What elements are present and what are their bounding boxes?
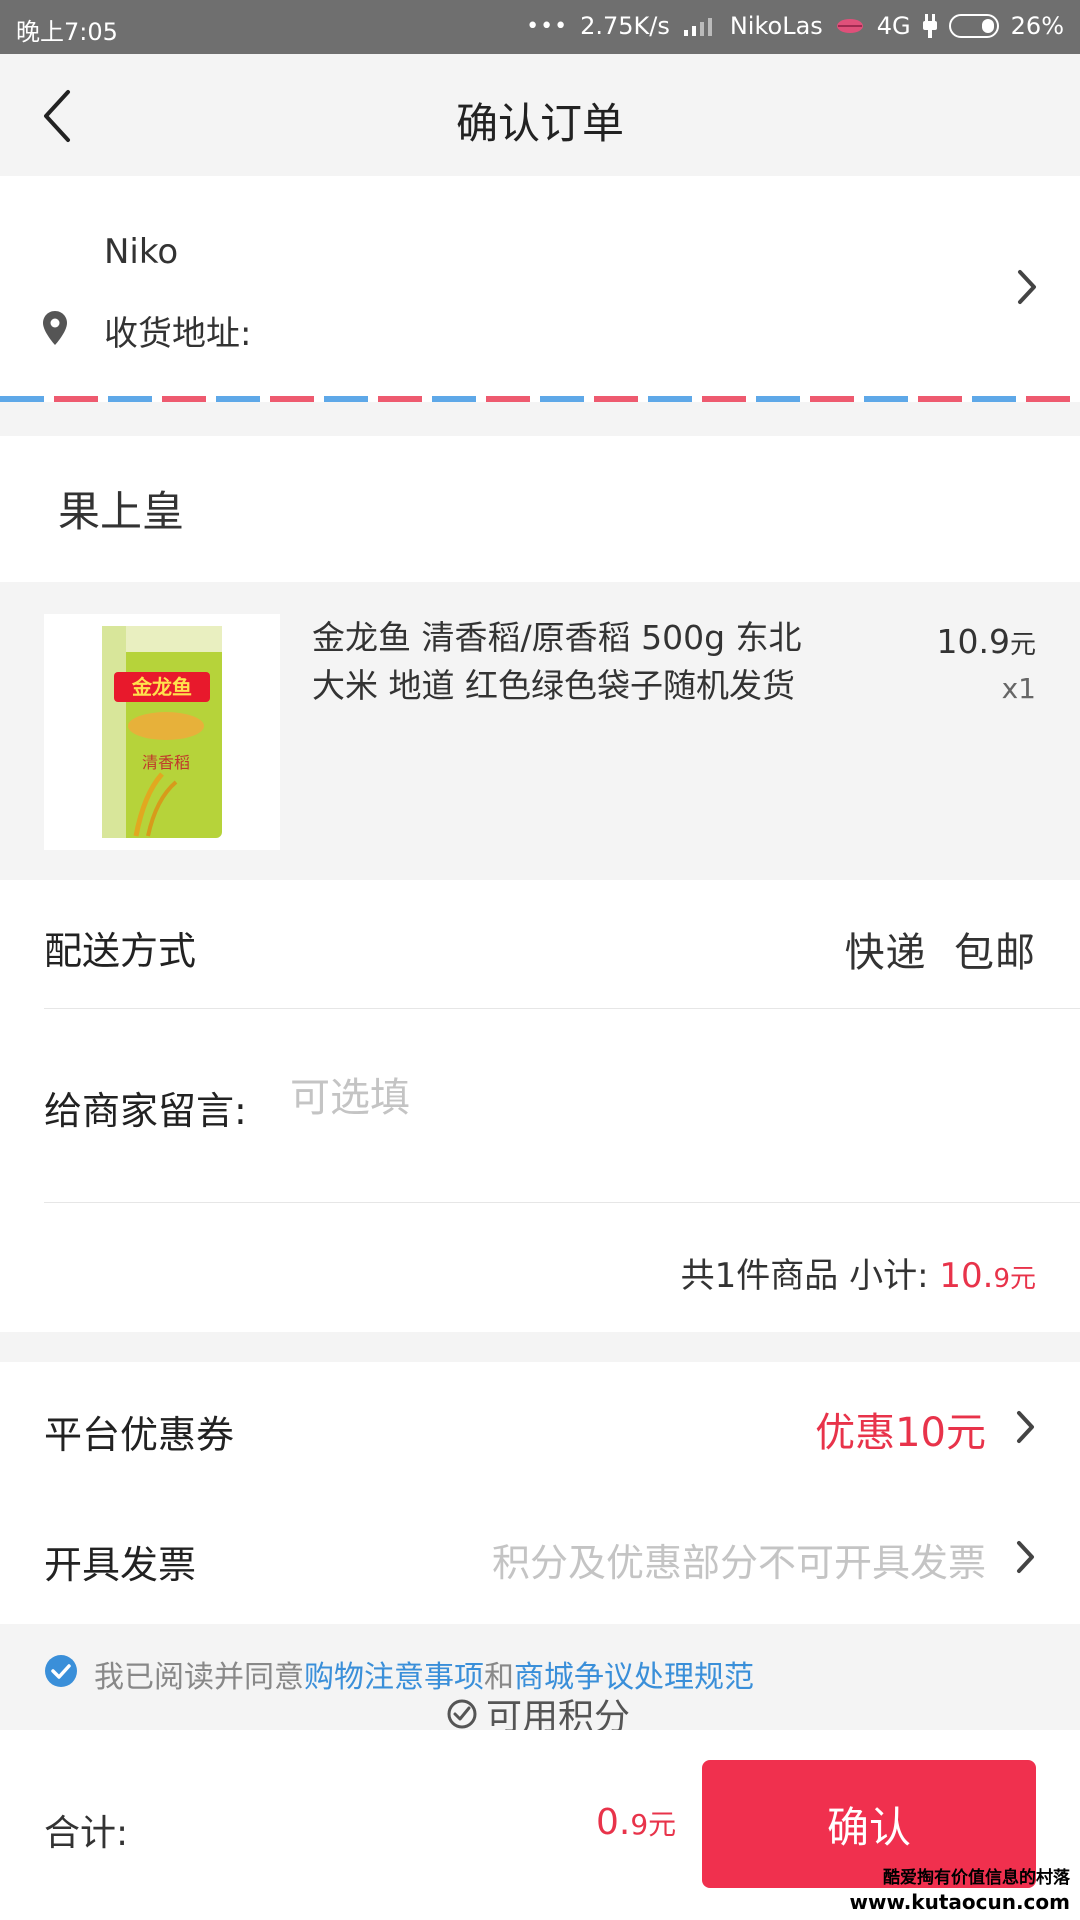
status-bar: 晚上7:05 ••• 2.75K/s NikoLas 4G 26% [0,0,1080,54]
watermark-line1: 酷爱掏有价值信息的村落 [883,1868,1070,1888]
rice-bag-sub-text: 清香稻 [142,753,190,772]
status-time: 晚上7:05 [16,18,118,46]
delivery-value: 快递 包邮 [844,930,1036,976]
page-title: 确认订单 [455,99,624,148]
status-right-group: ••• 2.75K/s NikoLas 4G 26% [526,12,1064,40]
product-item[interactable]: 金龙鱼 清香稻 金龙鱼 清香稻/原香稻 500g 东北大米 地道 红色绿色袋子随… [0,582,1080,880]
watermark: 酷爱掏有价值信息的村落 www.kutaocun.com [850,1866,1070,1914]
rice-bag-image: 金龙鱼 清香稻 [102,626,222,838]
delivery-label: 配送方式 [44,929,197,973]
agreement-section: 我已阅读并同意购物注意事项和商城争议处理规范 可用积分 [0,1624,1080,1738]
checkbox-checked-icon[interactable] [44,1654,78,1688]
battery-icon [948,14,999,38]
chevron-right-icon[interactable] [1016,1540,1036,1574]
location-pin-icon [43,311,67,345]
price-number: 10.9 [936,622,1010,661]
product-price: 10.9元 [937,622,1037,661]
airmail-border [0,396,1080,402]
message-input[interactable] [290,1068,990,1128]
coupon-value[interactable]: 优惠10元 [815,1400,986,1458]
address-card[interactable]: Niko 收货地址: [0,176,1080,402]
circle-check-icon [447,1699,477,1729]
total-amount: 0.9元 [596,1802,677,1843]
price-unit: 元 [1009,630,1036,660]
address-label: 收货地址: [104,314,252,354]
signal-strength-icon [683,18,712,36]
carrier-name: NikoLas [729,12,823,40]
coupon-invoice-panel: 平台优惠券 优惠10元 开具发票 积分及优惠部分不可开具发票 [0,1362,1080,1624]
charging-icon [922,14,937,38]
shop-name: 果上皇 [58,487,185,536]
product-image: 金龙鱼 清香稻 [44,614,280,850]
agreement-text: 我已阅读并同意购物注意事项和商城争议处理规范 [94,1652,754,1696]
order-details-panel: 配送方式 快递 包邮 给商家留言: 共1件商品 小计: 10.9元 [0,880,1080,1332]
watermark-line2: www.kutaocun.com [849,1890,1070,1914]
agreement-prefix: 我已阅读并同意 [94,1660,304,1695]
order-subtotal: 共1件商品 小计: 10.9元 [681,1248,1036,1297]
battery-percent: 26% [1010,12,1064,40]
product-quantity: x1 [1001,672,1036,705]
network-type: 4G [876,12,911,40]
recipient-name: Niko [104,232,179,272]
invoice-note[interactable]: 积分及优惠部分不可开具发票 [492,1532,986,1587]
shop-header: 果上皇 [0,436,1080,582]
divider [44,1202,1080,1203]
chevron-right-icon[interactable] [1016,1410,1036,1444]
divider [44,1008,1080,1009]
total-label: 合计: [44,1813,129,1854]
product-title: 金龙鱼 清香稻/原香稻 500g 东北大米 地道 红色绿色袋子随机发货 [312,618,802,705]
chevron-right-icon [1018,270,1036,304]
rice-bag-brand-text: 金龙鱼 [131,675,192,699]
lips-icon [836,19,863,33]
subtotal-amount: 10.9元 [939,1256,1036,1296]
coupon-label[interactable]: 平台优惠券 [44,1404,234,1459]
invoice-label[interactable]: 开具发票 [44,1534,196,1589]
page-header: 确认订单 [0,54,1080,176]
message-label: 给商家留言: [44,1089,247,1133]
more-dots-icon: ••• [526,13,569,39]
subtotal-label: 共1件商品 小计: [680,1256,929,1296]
network-speed: 2.75K/s [580,12,670,40]
